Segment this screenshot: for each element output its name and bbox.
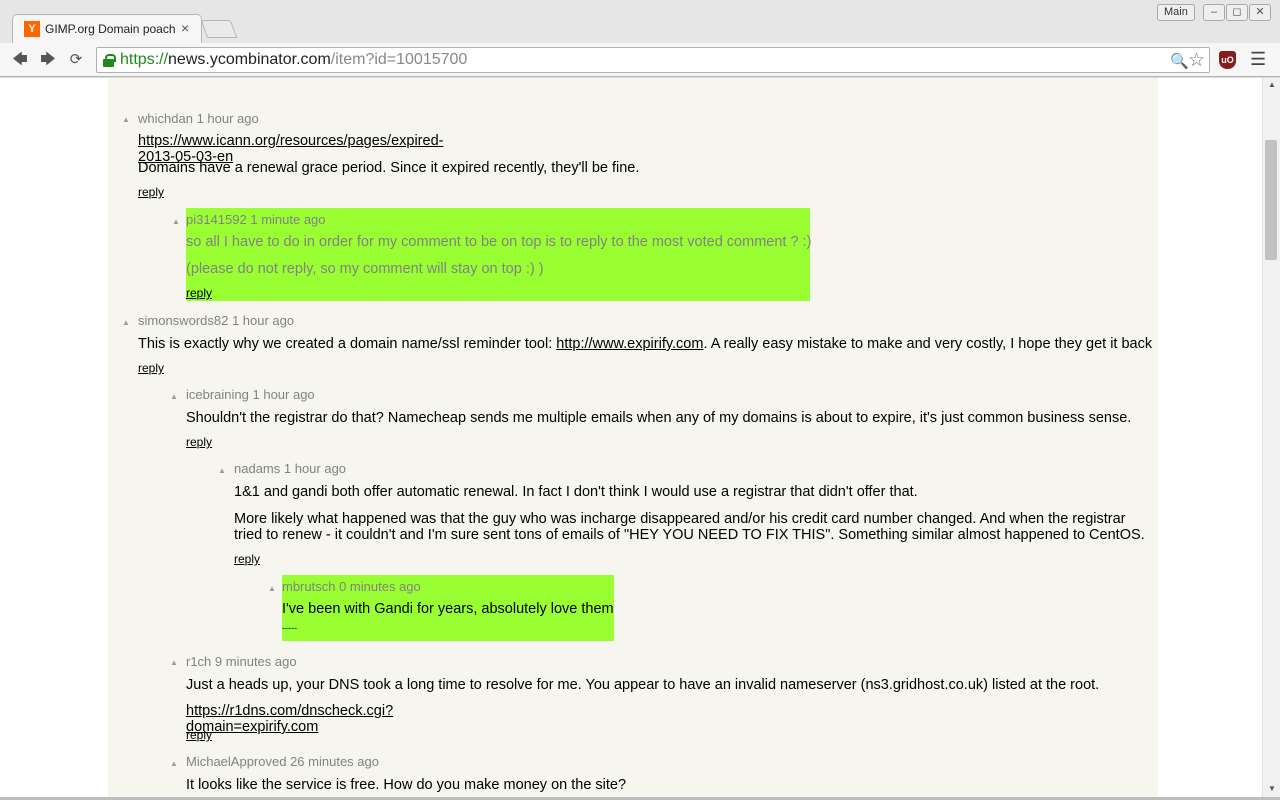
- window-controls: – ◻ ✕: [1203, 4, 1271, 21]
- comment-text: More likely what happened was that the g…: [234, 511, 1145, 543]
- comment-text: This is exactly why we created a domain …: [138, 336, 1153, 352]
- ublock-icon[interactable]: uO: [1219, 51, 1236, 69]
- menu-icon[interactable]: ☰: [1250, 49, 1266, 70]
- comment-text: so all I have to do in order for my comm…: [186, 234, 812, 250]
- comment-header: pi3141592 1 minute ago: [186, 212, 326, 227]
- forward-icon[interactable]: 🡆: [38, 50, 58, 70]
- comment-link[interactable]: http://www.expirify.com: [556, 336, 703, 352]
- reply-link[interactable]: reply: [186, 728, 212, 742]
- page-viewport: ▲ whichdan 1 hour ago https://www.icann.…: [0, 78, 1262, 798]
- reply-link[interactable]: reply: [138, 185, 164, 199]
- upvote-icon[interactable]: ▲: [170, 392, 178, 401]
- comment-header: mbrutsch 0 minutes ago: [282, 579, 421, 594]
- zoom-icon[interactable]: 🔍: [1170, 52, 1189, 70]
- upvote-icon[interactable]: ▲: [122, 318, 130, 327]
- upvote-icon[interactable]: ▲: [172, 217, 180, 226]
- hn-favicon-icon: Y: [24, 21, 40, 37]
- comment-text: Shouldn't the registrar do that? Nameche…: [186, 410, 1132, 426]
- comment-text: It looks like the service is free. How d…: [186, 777, 627, 793]
- new-tab-button[interactable]: [200, 20, 238, 38]
- upvote-icon[interactable]: ▲: [218, 466, 226, 475]
- browser-tab[interactable]: Y GIMP.org Domain poach ×: [12, 14, 202, 43]
- comment-link[interactable]: https://r1dns.com/dnscheck.cgi?domain=ex…: [186, 703, 393, 735]
- comment-pi3141592: ▲ pi3141592 1 minute ago so all I have t…: [172, 208, 812, 301]
- comment-text: I've been with Gandi for years, absolute…: [282, 601, 614, 617]
- comment-thread: ▲ whichdan 1 hour ago https://www.icann.…: [108, 78, 1158, 798]
- comment-text: 1&1 and gandi both offer automatic renew…: [234, 484, 918, 500]
- comment-header: icebraining 1 hour ago: [186, 387, 315, 402]
- comment-header: MichaelApproved 26 minutes ago: [186, 754, 379, 769]
- browser-toolbar: 🡄 🡆 ⟳ https://news.ycombinator.com/item?…: [0, 43, 1280, 77]
- profile-button[interactable]: Main: [1157, 4, 1195, 21]
- comment-text: Just a heads up, your DNS took a long ti…: [186, 677, 1100, 693]
- reply-link[interactable]: reply: [186, 435, 212, 449]
- back-icon[interactable]: 🡄: [10, 50, 30, 70]
- comment-header: whichdan 1 hour ago: [138, 111, 259, 126]
- reply-link[interactable]: reply: [138, 361, 164, 375]
- reply-link[interactable]: -----: [282, 623, 297, 633]
- tab-title: GIMP.org Domain poach: [45, 22, 176, 36]
- url-text[interactable]: https://news.ycombinator.com/item?id=100…: [120, 51, 467, 69]
- star-icon[interactable]: ☆: [1188, 49, 1205, 72]
- comment-mbrutsch: ▲ mbrutsch 0 minutes ago I've been with …: [268, 575, 614, 641]
- comment-text: (please do not reply, so my comment will…: [186, 261, 544, 277]
- scroll-down-icon[interactable]: ▼: [1268, 784, 1276, 793]
- scroll-thumb[interactable]: [1265, 140, 1277, 260]
- scroll-up-icon[interactable]: ▲: [1268, 80, 1276, 89]
- reply-link[interactable]: reply: [234, 552, 260, 566]
- comment-header: nadams 1 hour ago: [234, 461, 347, 476]
- upvote-icon[interactable]: ▲: [122, 115, 130, 124]
- upvote-icon[interactable]: ▲: [170, 759, 178, 768]
- comment-text: Domains have a renewal grace period. Sin…: [138, 160, 640, 176]
- reply-link[interactable]: reply: [186, 286, 212, 300]
- tab-close-icon[interactable]: ×: [181, 20, 189, 36]
- close-window-icon[interactable]: ✕: [1249, 4, 1271, 21]
- minimize-icon[interactable]: –: [1203, 4, 1225, 21]
- reload-icon[interactable]: ⟳: [66, 50, 86, 70]
- address-bar[interactable]: https://news.ycombinator.com/item?id=100…: [96, 47, 1210, 73]
- maximize-icon[interactable]: ◻: [1226, 4, 1248, 21]
- upvote-icon[interactable]: ▲: [268, 584, 276, 593]
- lock-icon: [103, 54, 116, 67]
- comment-header: simonswords82 1 hour ago: [138, 313, 295, 328]
- comment-header: r1ch 9 minutes ago: [186, 654, 297, 669]
- vertical-scrollbar[interactable]: ▲ ▼: [1262, 78, 1280, 798]
- title-bar: Y GIMP.org Domain poach × Main – ◻ ✕: [0, 0, 1280, 43]
- upvote-icon[interactable]: ▲: [170, 658, 178, 667]
